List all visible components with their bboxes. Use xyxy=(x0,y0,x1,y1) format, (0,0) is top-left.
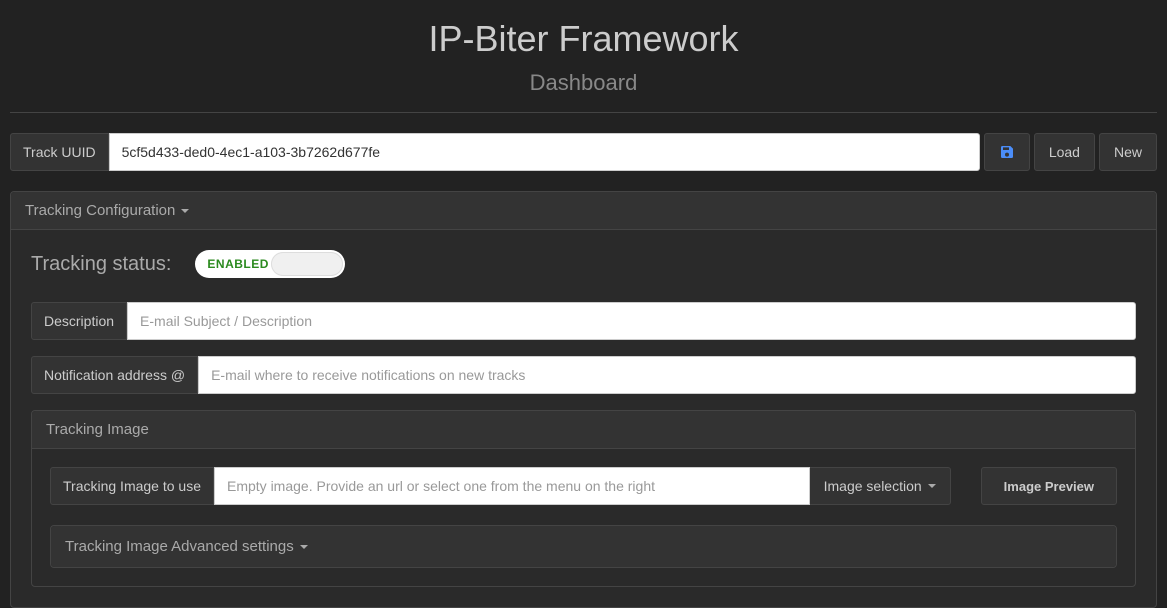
tracking-image-panel: Tracking Image Tracking Image to use Ima… xyxy=(31,410,1136,587)
tracking-image-use-label: Tracking Image to use xyxy=(50,467,214,505)
track-uuid-label: Track UUID xyxy=(10,133,109,171)
notification-input[interactable] xyxy=(198,356,1136,394)
image-selection-label: Image selection xyxy=(824,478,922,494)
description-input[interactable] xyxy=(127,302,1136,340)
divider xyxy=(10,112,1157,113)
tracking-image-advanced-panel: Tracking Image Advanced settings xyxy=(50,525,1117,568)
tracking-image-input[interactable] xyxy=(214,467,810,505)
image-selection-button[interactable]: Image selection xyxy=(810,467,951,505)
status-row: Tracking status: ENABLED xyxy=(31,250,1136,278)
load-button[interactable]: Load xyxy=(1034,133,1095,171)
new-button[interactable]: New xyxy=(1099,133,1157,171)
track-uuid-row: Track UUID Load New xyxy=(10,133,1157,171)
tracking-config-heading[interactable]: Tracking Configuration xyxy=(11,192,1156,230)
tracking-config-panel: Tracking Configuration Tracking status: … xyxy=(10,191,1157,608)
notification-label: Notification address @ xyxy=(31,356,198,394)
image-preview-button[interactable]: Image Preview xyxy=(981,467,1117,505)
app-title: IP-Biter Framework xyxy=(10,18,1157,60)
description-label: Description xyxy=(31,302,127,340)
track-uuid-input[interactable] xyxy=(109,133,980,171)
notification-row: Notification address @ xyxy=(31,356,1136,394)
caret-down-icon xyxy=(928,484,936,488)
app-subtitle: Dashboard xyxy=(10,70,1157,96)
tracking-image-heading: Tracking Image xyxy=(32,411,1135,449)
tracking-status-toggle[interactable]: ENABLED xyxy=(195,250,345,278)
toggle-text: ENABLED xyxy=(207,257,269,271)
page-header: IP-Biter Framework Dashboard xyxy=(10,0,1157,106)
tracking-config-heading-label: Tracking Configuration xyxy=(25,202,175,219)
tracking-image-advanced-label: Tracking Image Advanced settings xyxy=(65,538,294,555)
caret-down-icon xyxy=(300,545,308,549)
tracking-image-advanced-heading[interactable]: Tracking Image Advanced settings xyxy=(51,526,1116,567)
floppy-disk-icon xyxy=(999,144,1015,160)
save-button[interactable] xyxy=(984,133,1030,171)
toggle-knob xyxy=(271,252,343,276)
tracking-status-label: Tracking status: xyxy=(31,253,171,276)
description-row: Description xyxy=(31,302,1136,340)
caret-down-icon xyxy=(181,209,189,213)
tracking-image-row: Tracking Image to use Image selection Im… xyxy=(50,467,1117,505)
